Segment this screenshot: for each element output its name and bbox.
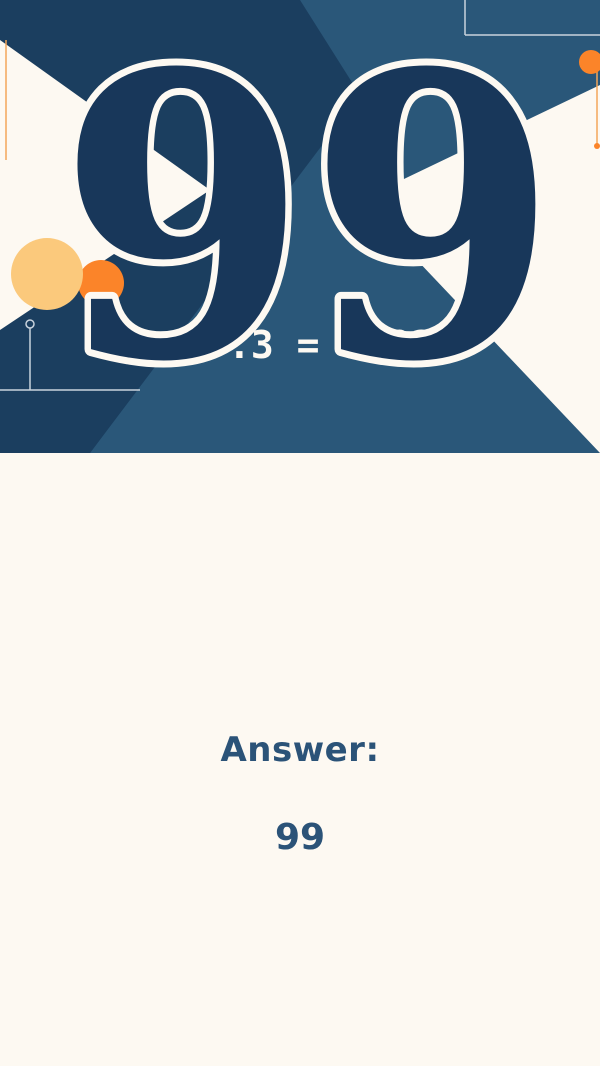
answer-value: 99: [274, 817, 326, 858]
page: .3 = 970299 99 99 Answer: 99: [0, 0, 600, 1066]
illustration-canvas: .3 = 970299 99 99: [0, 0, 600, 453]
hero-illustration: .3 = 970299 99 99: [0, 0, 600, 453]
answer-section: Answer: 99: [0, 453, 600, 1066]
answer-label: Answer:: [220, 730, 380, 770]
accent-dot-right: [594, 143, 600, 149]
big-number-fill: 99: [58, 0, 558, 447]
big-number-group: 99 99: [51, 0, 565, 453]
